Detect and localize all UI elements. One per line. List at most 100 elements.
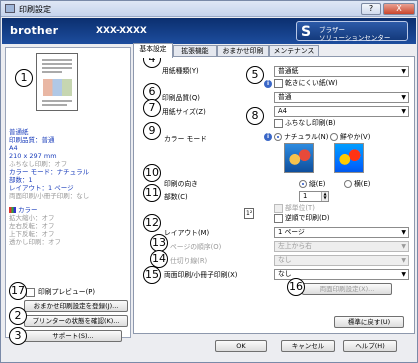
summary-copies: 部数：1 bbox=[9, 176, 33, 184]
reverse-order-label: 逆順で印刷(D) bbox=[285, 214, 330, 222]
media-type-select[interactable]: 普通紙 ▼ bbox=[274, 66, 409, 77]
page-order-label: ページの順序(O) bbox=[170, 243, 222, 251]
summary-dimensions: 210 x 297 mm bbox=[9, 152, 57, 160]
callout-12: 12 bbox=[143, 214, 161, 232]
spin-arrows-icon[interactable]: ▲ ▼ bbox=[321, 192, 328, 201]
ok-button[interactable]: OK bbox=[215, 340, 267, 352]
callout-1: 1 bbox=[15, 69, 33, 87]
printer-icon bbox=[5, 4, 15, 13]
color-heading: カラー bbox=[9, 206, 38, 214]
print-quality-label: 印刷品質(Q) bbox=[162, 94, 200, 102]
solutions-center-button[interactable]: S ブラザー ソリューションセンター bbox=[296, 21, 408, 42]
callout-7: 7 bbox=[143, 99, 161, 117]
paper-size-label: 用紙サイズ(Z) bbox=[162, 108, 206, 116]
info-icon[interactable]: i bbox=[264, 133, 272, 141]
summary-paper-size: A4 bbox=[9, 144, 18, 152]
print-preview-label: 印刷プレビュー(P) bbox=[38, 288, 95, 296]
page-preview-thumbnail bbox=[36, 53, 78, 111]
callout-10: 10 bbox=[143, 164, 161, 182]
portrait-label: 縦(E) bbox=[309, 180, 326, 188]
solutions-label-2: ソリューションセンター bbox=[319, 34, 391, 42]
print-quality-select[interactable]: 普通 ▼ bbox=[274, 92, 409, 103]
solutions-logo-icon: S bbox=[301, 24, 312, 40]
support-button[interactable]: サポート(S)... bbox=[24, 330, 122, 342]
natural-label: ナチュラル(N) bbox=[284, 133, 329, 141]
brand-logo: brother bbox=[10, 24, 59, 37]
info-icon[interactable]: i bbox=[264, 80, 272, 88]
chevron-down-icon: ▼ bbox=[401, 271, 406, 278]
cancel-button[interactable]: キャンセル bbox=[281, 340, 335, 352]
summary-color-mode: カラー モード：ナチュラル bbox=[9, 168, 90, 176]
color-mode-label: カラー モード bbox=[164, 135, 207, 143]
summary-media: 普通紙 bbox=[9, 128, 29, 136]
copies-stepper[interactable]: 1 ▲ ▼ bbox=[299, 191, 329, 202]
borderless-checkbox[interactable] bbox=[274, 119, 283, 128]
callout-2: 2 bbox=[9, 307, 27, 325]
collate-checkbox[interactable] bbox=[274, 204, 283, 213]
callout-15: 15 bbox=[143, 266, 161, 284]
chevron-down-icon: ▼ bbox=[401, 243, 406, 250]
vivid-sample-image bbox=[334, 143, 364, 173]
callout-5: 5 bbox=[246, 66, 264, 84]
paper-size-select[interactable]: A4 ▼ bbox=[274, 106, 409, 117]
landscape-label: 横(E) bbox=[354, 180, 371, 188]
copies-label: 部数(C) bbox=[164, 193, 188, 201]
print-preview-checkbox[interactable] bbox=[26, 288, 35, 297]
reverse-order-checkbox[interactable] bbox=[274, 214, 283, 223]
window-title: 印刷設定 bbox=[19, 5, 51, 14]
layout-select[interactable]: 1 ページ ▼ bbox=[274, 227, 409, 238]
chevron-down-icon: ▼ bbox=[401, 108, 406, 115]
title-bar: 印刷設定 ? X bbox=[1, 1, 417, 17]
callout-17: 17 bbox=[9, 282, 27, 300]
portrait-radio[interactable] bbox=[299, 180, 307, 188]
summary-settings-list-2: カラー モード：ナチュラル 部数：1 レイアウト：1 ページ bbox=[9, 168, 89, 192]
tab-basic[interactable]: 基本設定 bbox=[133, 43, 173, 58]
model-name: XXX-XXXX bbox=[96, 26, 147, 36]
layout-label: レイアウト(M) bbox=[164, 229, 210, 237]
duplex-label: 両面印刷/小冊子印刷(X) bbox=[164, 271, 238, 279]
summary-borderless: ふちなし印刷：オフ bbox=[9, 160, 68, 168]
help-button[interactable]: ヘルプ(H) bbox=[343, 340, 397, 352]
callout-8: 8 bbox=[246, 107, 264, 125]
chevron-down-icon: ▼ bbox=[401, 94, 406, 101]
summary-duplex: 両面印刷/小冊子印刷：なし bbox=[9, 192, 90, 200]
brother-banner: brother XXX-XXXX S ブラザー ソリューションセンター bbox=[2, 18, 416, 44]
border-line-label: 仕切り線(R) bbox=[170, 257, 208, 265]
summary-watermark: 透かし印刷：オフ bbox=[9, 238, 61, 246]
chevron-down-icon: ▼ bbox=[401, 229, 406, 236]
vivid-radio[interactable] bbox=[330, 133, 338, 141]
chevron-down-icon: ▼ bbox=[401, 257, 406, 264]
orientation-label: 印刷の向き bbox=[164, 180, 198, 188]
close-button[interactable]: X bbox=[383, 3, 415, 15]
printer-status-button[interactable]: プリンターの状態を確認(K)... bbox=[24, 315, 128, 327]
tab-bar: 基本設定 拡張機能 おまかせ印刷 メンテナンス bbox=[133, 43, 417, 58]
callout-11: 11 bbox=[143, 184, 161, 202]
vivid-label: 鮮やか(V) bbox=[340, 133, 371, 141]
color-items-list: 拡大縮小：オフ 左右反転：オフ 上下反転：オフ 透かし印刷：オフ bbox=[9, 214, 61, 246]
color-icon bbox=[9, 207, 16, 213]
chevron-down-icon: ▼ bbox=[401, 68, 406, 75]
natural-sample-image bbox=[284, 143, 314, 173]
restore-defaults-button[interactable]: 標準に戻す(U) bbox=[334, 316, 404, 328]
print-settings-window: 印刷設定 ? X brother XXX-XXXX S ブラザー ソリューション… bbox=[0, 0, 418, 363]
slow-dry-label: 乾きにくい紙(W) bbox=[285, 79, 338, 87]
summary-settings-list: 普通紙 印刷品質：普通 A4 210 x 297 mm bbox=[9, 128, 57, 160]
slow-dry-checkbox[interactable] bbox=[274, 79, 283, 88]
callout-16: 16 bbox=[287, 278, 305, 296]
callout-9: 9 bbox=[143, 122, 161, 140]
help-title-button[interactable]: ? bbox=[361, 3, 381, 15]
register-favorite-button[interactable]: おまかせ印刷設定を登録(J)... bbox=[24, 300, 128, 312]
summary-flip: 上下反転：オフ bbox=[9, 230, 55, 238]
collate-page-icon: 1² bbox=[244, 208, 255, 219]
summary-mirror: 左右反転：オフ bbox=[9, 222, 55, 230]
border-line-select[interactable]: なし ▼ bbox=[274, 255, 409, 266]
natural-radio[interactable] bbox=[274, 133, 282, 141]
summary-scaling: 拡大縮小：オフ bbox=[9, 214, 55, 222]
summary-quality: 印刷品質：普通 bbox=[9, 136, 55, 144]
summary-layout: レイアウト：1 ページ bbox=[9, 184, 74, 192]
duplex-settings-button[interactable]: 両面印刷設定(X)... bbox=[302, 283, 392, 295]
landscape-radio[interactable] bbox=[344, 180, 352, 188]
borderless-label: ふちなし印刷(B) bbox=[285, 119, 336, 127]
page-order-select[interactable]: 左上から右 ▼ bbox=[274, 241, 409, 252]
media-type-label: 用紙種類(Y) bbox=[162, 67, 199, 75]
